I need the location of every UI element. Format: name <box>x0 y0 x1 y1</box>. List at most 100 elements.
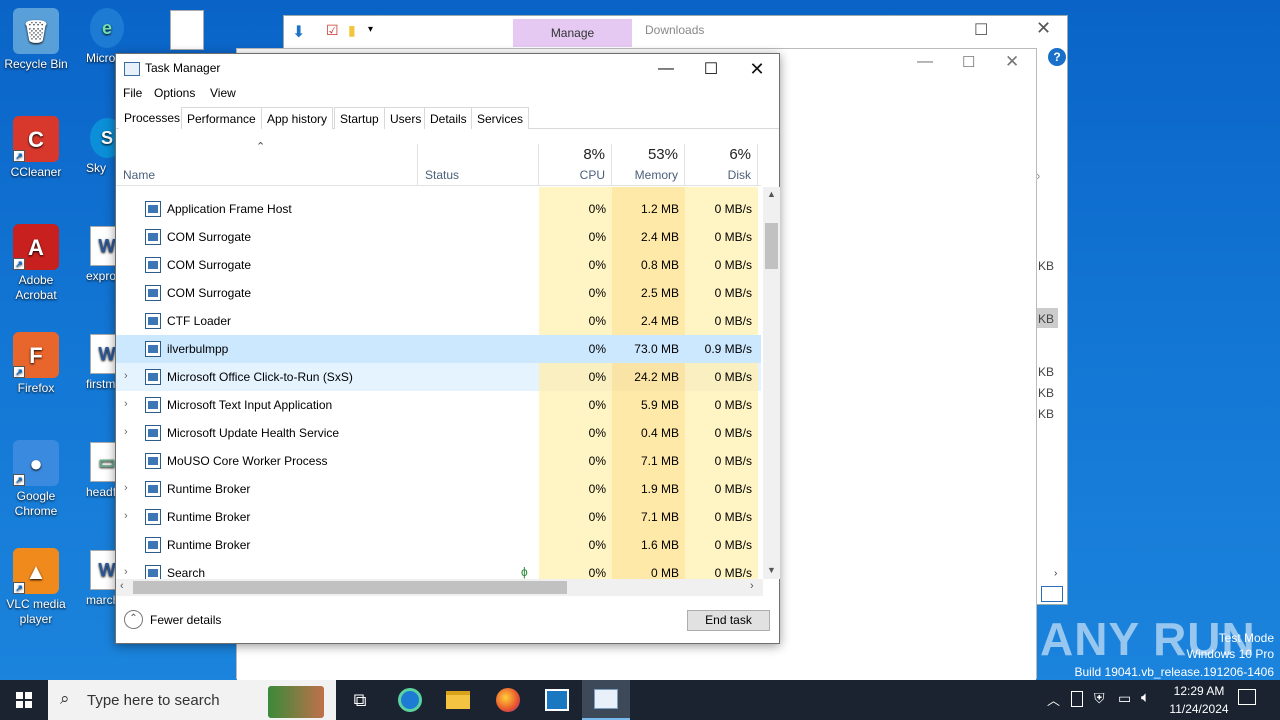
taskbar-app[interactable] <box>533 680 581 720</box>
vertical-scrollbar[interactable]: ▲ ▼ <box>763 187 780 579</box>
desktop-icon-recycle-bin[interactable]: 🗑 Recycle Bin <box>0 8 72 72</box>
memory-cell: 73.0 MB <box>612 335 685 363</box>
cpu-cell: 0% <box>539 503 612 531</box>
notification-tray-icon[interactable] <box>1071 691 1083 707</box>
title-bar[interactable]: Task Manager — ☐ ✕ <box>116 54 779 84</box>
network-icon[interactable]: ▭ <box>1118 690 1131 707</box>
process-icon <box>145 229 161 245</box>
table-row[interactable]: CTF Loader 0% 2.4 MB 0 MB/s <box>116 307 761 335</box>
close-button[interactable]: ✕ <box>734 54 780 84</box>
close-icon[interactable]: ✕ <box>1005 52 1019 72</box>
clock-date[interactable]: 11/24/2024 <box>1160 702 1238 716</box>
chevron-down-icon[interactable]: ▾ <box>368 24 373 35</box>
table-row[interactable]: ilverbulmpp 0% 73.0 MB 0.9 MB/s <box>116 335 761 363</box>
expand-chevron-icon[interactable]: › <box>124 398 128 410</box>
desktop-icon-google-chrome[interactable]: ● ↗ Google Chrome <box>0 440 72 519</box>
cpu-cell: 0% <box>539 251 612 279</box>
desktop-icon-vlc-media-player[interactable]: ▲ ↗ VLC media player <box>0 548 72 627</box>
expand-chevron-icon[interactable]: › <box>124 426 128 438</box>
table-row[interactable]: COM Surrogate 0% 0.8 MB 0 MB/s <box>116 251 761 279</box>
scroll-thumb[interactable] <box>765 223 778 269</box>
expand-chevron-icon[interactable]: › <box>124 370 128 382</box>
properties-icon[interactable]: ☑ <box>326 22 339 39</box>
desktop-icon-ccleaner[interactable]: C ↗ CCleaner <box>0 116 72 180</box>
scroll-right-icon[interactable]: › <box>750 580 754 592</box>
minimize-icon[interactable]: — <box>917 53 933 71</box>
firefox-icon <box>496 688 520 712</box>
taskbar-task-manager[interactable] <box>582 680 630 720</box>
maximize-button[interactable]: ☐ <box>688 54 734 84</box>
fewer-details-link[interactable]: Fewer details <box>150 613 221 627</box>
table-row[interactable]: › Microsoft Update Health Service 0% 0.4 MB… <box>116 419 761 447</box>
table-row[interactable]: Runtime Broker 0% 1.6 MB 0 MB/s <box>116 531 761 559</box>
start-button[interactable] <box>0 680 48 720</box>
process-icon <box>145 565 161 579</box>
tab-app-history[interactable]: App history <box>261 107 334 129</box>
scroll-left-icon[interactable]: ‹ <box>120 580 124 592</box>
tab-users[interactable]: Users <box>384 107 428 129</box>
task-view-icon[interactable]: ⧉ <box>336 680 384 720</box>
maximize-icon[interactable]: ☐ <box>962 53 975 71</box>
tab-performance[interactable]: Performance <box>181 107 262 129</box>
process-name: CTF Loader <box>167 314 232 328</box>
tab-services[interactable]: Services <box>471 107 530 129</box>
tab-manage[interactable]: Manage <box>513 19 632 47</box>
folder-icon[interactable]: ▮ <box>348 22 356 39</box>
scroll-down-icon[interactable]: ▼ <box>767 565 776 575</box>
cpu-cell: 0% <box>539 531 612 559</box>
scroll-thumb[interactable] <box>133 581 567 594</box>
expand-chevron-icon[interactable]: › <box>124 482 128 494</box>
taskbar-firefox[interactable] <box>484 680 532 720</box>
table-row[interactable]: MoUSO Core Worker Process 0% 7.1 MB 0 MB/s <box>116 447 761 475</box>
taskbar-edge[interactable] <box>386 680 434 720</box>
column-status[interactable]: Status <box>418 144 539 186</box>
action-center-icon[interactable] <box>1238 689 1256 705</box>
taskbar-search-box[interactable]: ⌕ Type here to search <box>48 680 336 720</box>
table-row[interactable]: › Microsoft Office Click-to-Run (SxS) 0% 24… <box>116 363 761 391</box>
table-row[interactable]: › Runtime Broker 0% 1.9 MB 0 MB/s <box>116 475 761 503</box>
chevron-up-icon[interactable]: ⌃ <box>124 610 143 629</box>
details-view-icon[interactable] <box>1041 586 1063 602</box>
table-row[interactable]: Application Frame Host 0% 1.2 MB 0 MB/s <box>116 195 761 223</box>
show-hidden-icons[interactable]: ︿ <box>1047 690 1060 709</box>
scroll-right-icon[interactable]: › <box>1054 568 1057 579</box>
tab-processes[interactable]: Processes <box>119 107 186 130</box>
process-name: Search <box>167 566 206 579</box>
task-manager-window[interactable]: Task Manager — ☐ ✕ File Options View Pro… <box>115 53 780 644</box>
volume-icon[interactable]: 🔈︎ <box>1141 689 1150 706</box>
menu-view[interactable]: View <box>210 86 236 100</box>
desktop-icon-firefox[interactable]: F ↗ Firefox <box>0 332 72 396</box>
memory-cell: 24.2 MB <box>612 363 685 391</box>
security-icon[interactable]: ⛨ <box>1094 690 1105 707</box>
column-memory[interactable]: 53% Memory <box>612 144 685 186</box>
menu-options[interactable]: Options <box>154 86 195 100</box>
table-row[interactable]: › Runtime Broker 0% 7.1 MB 0 MB/s <box>116 503 761 531</box>
column-name[interactable]: Name <box>116 144 418 186</box>
process-name: COM Surrogate <box>167 286 252 300</box>
expand-chevron-icon[interactable]: › <box>124 566 128 578</box>
close-icon[interactable]: ✕ <box>1036 18 1051 39</box>
scroll-up-icon[interactable]: ▲ <box>767 189 776 199</box>
column-cpu[interactable]: 8% CPU <box>539 144 612 186</box>
table-row[interactable] <box>116 187 761 195</box>
table-row[interactable]: › Microsoft Text Input Application 0% 5.9 M… <box>116 391 761 419</box>
clock-time[interactable]: 12:29 AM <box>1164 684 1234 698</box>
menu-file[interactable]: File <box>123 86 142 100</box>
memory-cell: 1.9 MB <box>612 475 685 503</box>
taskbar-file-explorer[interactable] <box>434 680 482 720</box>
table-row[interactable]: COM Surrogate 0% 2.5 MB 0 MB/s <box>116 279 761 307</box>
tab-startup[interactable]: Startup <box>334 107 385 129</box>
maximize-icon[interactable]: ☐ <box>974 20 988 40</box>
search-icon[interactable]: ⌕ <box>1034 169 1054 191</box>
desktop-icon-adobe-acrobat[interactable]: A ↗ Adobe Acrobat <box>0 224 72 303</box>
table-row[interactable]: COM Surrogate 0% 2.4 MB 0 MB/s <box>116 223 761 251</box>
end-task-button[interactable]: End task <box>687 610 770 631</box>
minimize-button[interactable]: — <box>643 54 689 84</box>
help-icon[interactable]: ? <box>1048 48 1066 66</box>
image-file-icon[interactable] <box>170 10 204 50</box>
table-row[interactable]: › Search 0% 0 MB 0 MB/s <box>116 559 761 579</box>
expand-chevron-icon[interactable]: › <box>124 510 128 522</box>
column-disk[interactable]: 6% Disk <box>685 144 758 186</box>
tab-details[interactable]: Details <box>424 107 473 129</box>
horizontal-scrollbar[interactable]: ‹ › <box>116 579 763 596</box>
